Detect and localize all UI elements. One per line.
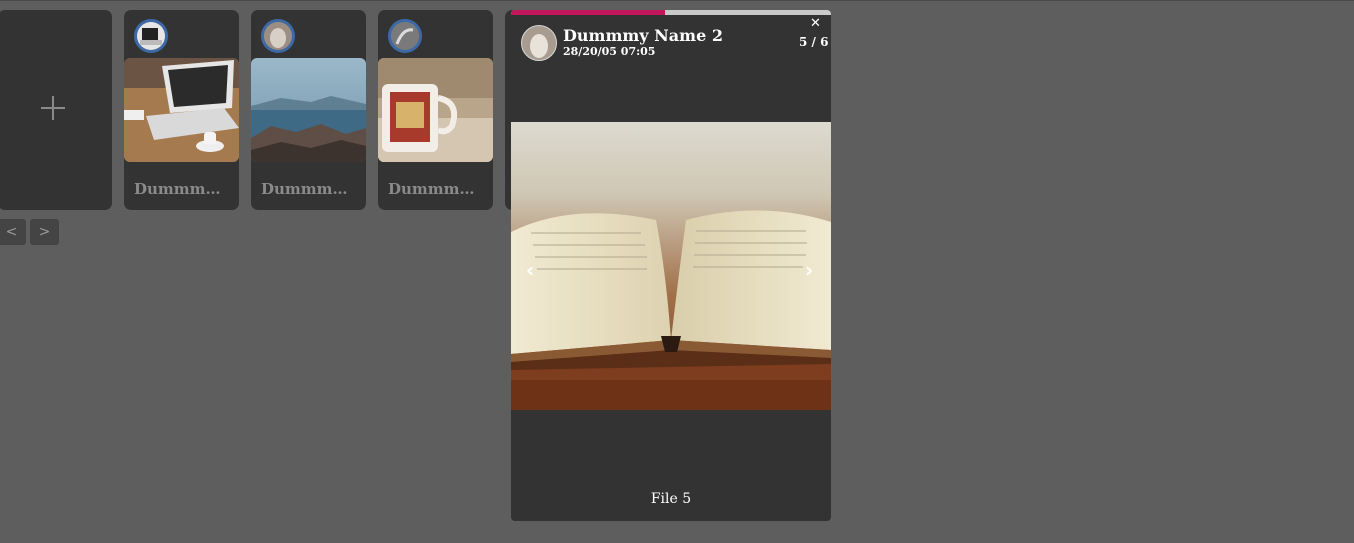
story-name: Dummmy Name 3 bbox=[388, 180, 483, 198]
chevron-left-icon[interactable]: ‹ bbox=[526, 258, 534, 282]
story-thumbnail bbox=[251, 58, 366, 162]
story-progress-bar bbox=[511, 10, 831, 15]
story-name: Dummmy Name 1 bbox=[134, 180, 229, 198]
add-story-card[interactable] bbox=[0, 10, 112, 210]
avatar bbox=[261, 19, 295, 53]
story-viewer[interactable]: Dummmy Name 2 28/20/05 07:05 ✕ 5 / 6 ‹ ›… bbox=[511, 10, 831, 521]
story-progress-fill bbox=[511, 10, 665, 15]
stories-next-button[interactable]: > bbox=[30, 219, 59, 245]
viewer-counter: 5 / 6 bbox=[799, 35, 829, 49]
viewer-avatar bbox=[521, 25, 557, 61]
viewer-date: 28/20/05 07:05 bbox=[563, 45, 656, 58]
stories-prev-button[interactable]: < bbox=[0, 219, 26, 245]
story-thumbnail bbox=[378, 58, 493, 162]
chevron-right-icon[interactable]: › bbox=[805, 258, 813, 282]
story-caption: File 5 bbox=[650, 491, 692, 507]
avatar bbox=[134, 19, 168, 53]
story-name: Dummmy Name 2 bbox=[261, 180, 356, 198]
story-image bbox=[511, 122, 831, 410]
top-border bbox=[0, 0, 1354, 1]
viewer-user-name: Dummmy Name 2 bbox=[563, 26, 723, 45]
story-thumbnail bbox=[124, 58, 239, 162]
story-card[interactable]: Dummmy Name 1 bbox=[124, 10, 239, 210]
story-card[interactable]: Dummmy Name 2 bbox=[251, 10, 366, 210]
close-icon[interactable]: ✕ bbox=[810, 16, 821, 31]
plus-icon bbox=[41, 96, 65, 120]
avatar bbox=[388, 19, 422, 53]
story-card[interactable]: Dummmy Name 3 bbox=[378, 10, 493, 210]
